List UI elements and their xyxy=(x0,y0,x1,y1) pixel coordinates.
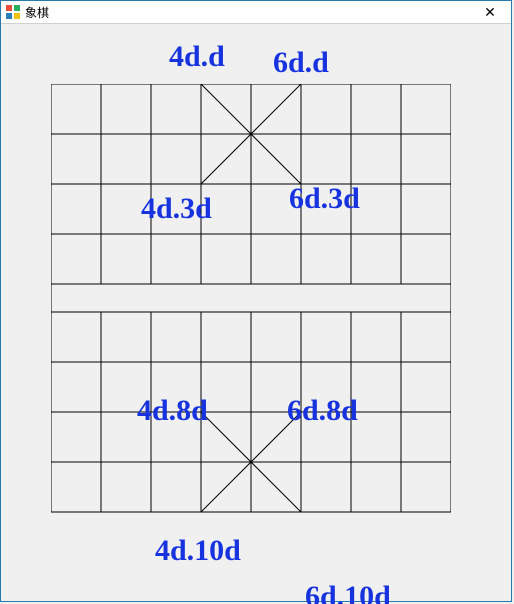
xiangqi-board xyxy=(51,84,451,562)
window-title: 象棋 xyxy=(25,4,49,21)
title-bar: 象棋 ✕ xyxy=(1,1,511,24)
application-window: 象棋 ✕ 4d.d6d.d4d.3d6d.3d4d.8d6d.8d4d.10d6… xyxy=(0,0,512,602)
handwritten-annotation: 6d.d xyxy=(273,46,329,80)
client-area: 4d.d6d.d4d.3d6d.3d4d.8d6d.8d4d.10d6d.10d xyxy=(1,24,511,602)
close-button[interactable]: ✕ xyxy=(473,2,507,22)
handwritten-annotation: 6d.10d xyxy=(305,580,391,604)
handwritten-annotation: 4d.d xyxy=(169,40,225,74)
close-icon: ✕ xyxy=(484,4,496,21)
board-svg xyxy=(51,84,451,562)
app-icon xyxy=(5,4,21,20)
